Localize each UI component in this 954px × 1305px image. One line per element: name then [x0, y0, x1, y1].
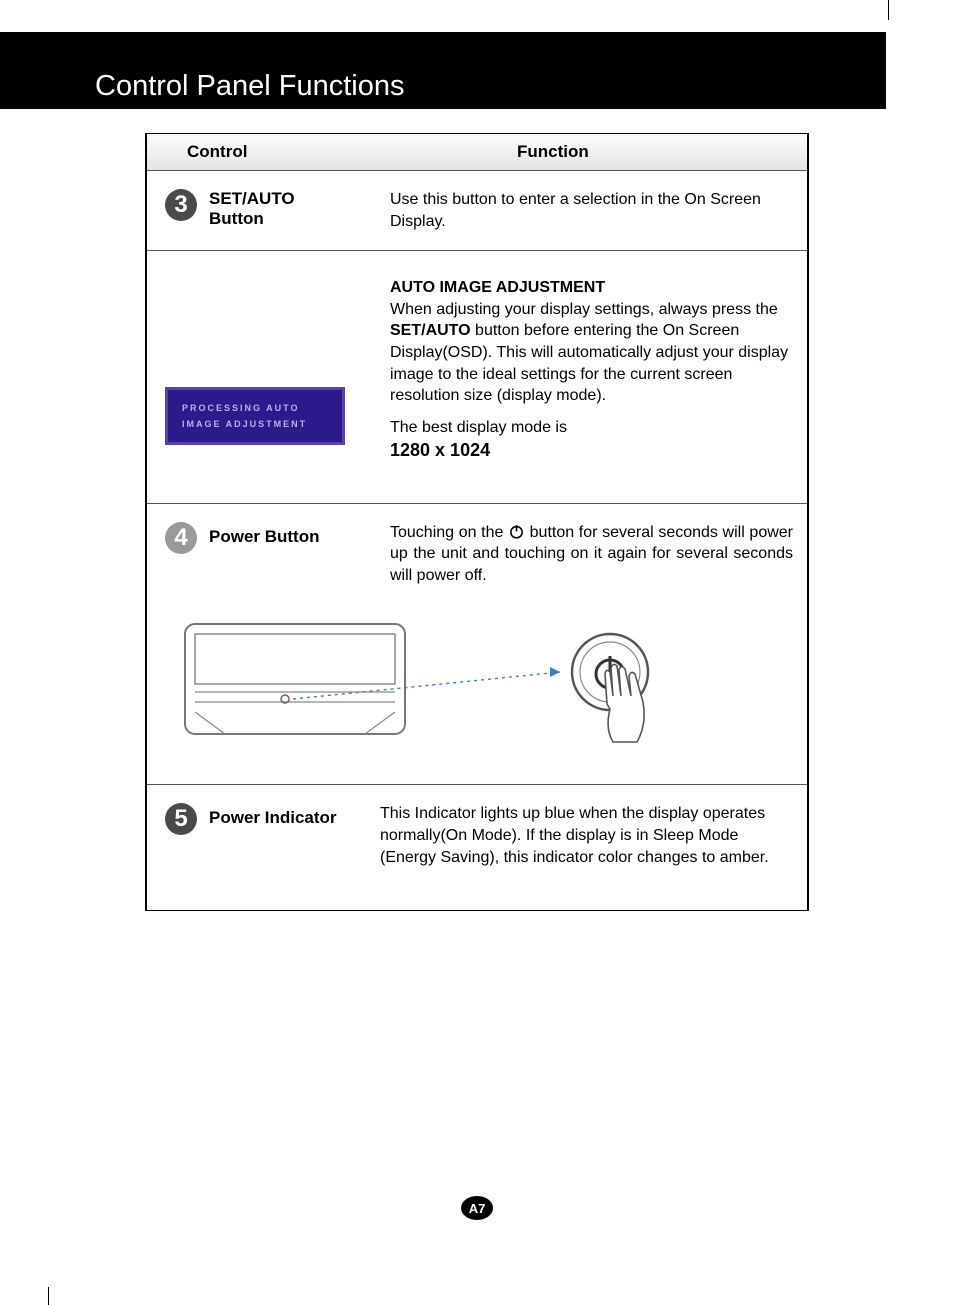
- power-indicator-label: Power Indicator: [209, 803, 337, 828]
- power-icon: [508, 523, 525, 540]
- row-power-indicator: 5 Power Indicator This Indicator lights …: [147, 785, 807, 910]
- table-header: Control Function: [147, 134, 807, 171]
- functions-table: Control Function 3 SET/AUTO Button Use t…: [145, 133, 809, 911]
- power-button-label: Power Button: [209, 522, 320, 547]
- number-4-icon: 4: [165, 522, 197, 554]
- th-function: Function: [427, 142, 807, 162]
- power-button-desc: Touching on the button for several secon…: [390, 522, 793, 587]
- number-5-icon: 5: [165, 803, 197, 835]
- set-auto-label-2: Button: [209, 209, 295, 229]
- set-auto-desc: Use this button to enter a selection in …: [390, 189, 793, 232]
- page-number: A7: [461, 1196, 493, 1220]
- power-indicator-desc: This Indicator lights up blue when the d…: [380, 803, 793, 868]
- auto-adj-body: When adjusting your display settings, al…: [390, 299, 793, 407]
- osd-line-2: IMAGE ADJUSTMENT: [182, 419, 342, 429]
- set-auto-label-1: SET/AUTO: [209, 189, 295, 209]
- osd-box-graphic: PROCESSING AUTO IMAGE ADJUSTMENT: [165, 387, 345, 445]
- row-power-button: 4 Power Button Touching on the button fo…: [147, 504, 807, 786]
- best-mode-value: 1280 x 1024: [390, 438, 793, 462]
- header-band: Control Panel Functions: [0, 32, 886, 109]
- number-3-icon: 3: [165, 189, 197, 221]
- th-control: Control: [147, 142, 427, 162]
- osd-line-1: PROCESSING AUTO: [182, 403, 342, 413]
- page-title: Control Panel Functions: [95, 70, 405, 103]
- power-diagram: [165, 614, 793, 754]
- best-mode-label: The best display mode is: [390, 417, 793, 439]
- row-set-auto-2: PROCESSING AUTO IMAGE ADJUSTMENT AUTO IM…: [147, 251, 807, 503]
- auto-adj-heading: AUTO IMAGE ADJUSTMENT: [390, 277, 793, 299]
- row-set-auto-1: 3 SET/AUTO Button Use this button to ent…: [147, 171, 807, 251]
